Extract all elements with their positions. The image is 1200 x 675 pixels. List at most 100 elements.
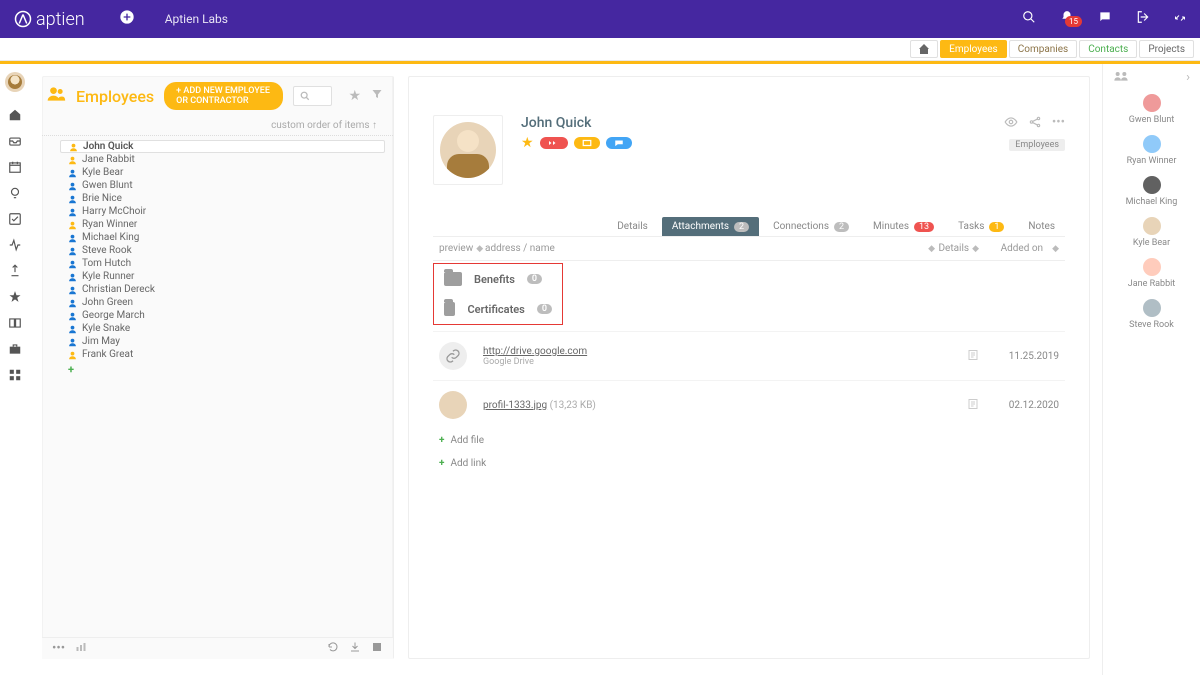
employee-item[interactable]: Jane Rabbit	[42, 153, 393, 166]
related-person[interactable]: Ryan Winner	[1103, 135, 1200, 166]
tab-connections[interactable]: Connections2	[763, 217, 859, 236]
employee-item[interactable]: Steve Rook	[42, 244, 393, 257]
search-icon[interactable]	[1022, 10, 1036, 28]
visibility-icon[interactable]	[1004, 115, 1018, 133]
rail-bulb-icon[interactable]	[8, 186, 22, 200]
more-options-icon[interactable]: •••	[1052, 115, 1065, 133]
attachment-detail-icon[interactable]	[935, 398, 979, 413]
person-name: Kyle Bear	[1133, 238, 1170, 248]
rail-pulse-icon[interactable]	[8, 238, 22, 252]
add-row[interactable]: +	[42, 361, 393, 378]
rail-calendar-icon[interactable]	[8, 160, 22, 174]
sort-icon[interactable]: ◆	[928, 244, 935, 254]
tab-attachments[interactable]: Attachments2	[662, 217, 759, 236]
employee-item[interactable]: Jim May	[42, 335, 393, 348]
employee-item[interactable]: Harry McChoir	[42, 205, 393, 218]
employee-item[interactable]: Kyle Runner	[42, 270, 393, 283]
sort-arrow-icon[interactable]: ↑	[372, 120, 377, 131]
tab-notes[interactable]: Notes	[1018, 217, 1065, 236]
employee-item[interactable]: George March	[42, 309, 393, 322]
sort-icon[interactable]: ◆	[1052, 244, 1059, 254]
col-added[interactable]: Added on	[1001, 243, 1043, 254]
employees-icon	[46, 84, 66, 109]
sort-label[interactable]: custom order of items	[271, 120, 369, 131]
more-icon[interactable]: •••	[52, 641, 65, 656]
employee-item[interactable]: John Quick	[60, 140, 385, 153]
col-preview[interactable]: preview	[439, 243, 473, 254]
rail-check-icon[interactable]	[8, 212, 22, 226]
employee-item[interactable]: Kyle Bear	[42, 166, 393, 179]
chip-yellow[interactable]	[574, 137, 600, 149]
col-address[interactable]: address / name	[485, 243, 555, 254]
employee-item[interactable]: Michael King	[42, 231, 393, 244]
notifications-icon[interactable]: 15	[1060, 10, 1074, 28]
attachment-row[interactable]: http://drive.google.comGoogle Drive11.25…	[433, 331, 1065, 380]
people-icon[interactable]	[1113, 70, 1129, 86]
add-file-button[interactable]: +Add file	[433, 429, 1065, 452]
employee-item[interactable]: Christian Dereck	[42, 283, 393, 296]
star-filter-icon[interactable]: ★	[348, 88, 361, 104]
nav-employees[interactable]: Employees	[940, 40, 1007, 58]
avatar-icon	[1143, 299, 1161, 317]
chip-red[interactable]	[540, 137, 568, 149]
related-person[interactable]: Gwen Blunt	[1103, 94, 1200, 125]
user-avatar[interactable]	[5, 72, 25, 92]
filter-icon[interactable]	[371, 88, 383, 104]
tab-details[interactable]: Details	[607, 217, 658, 236]
login-icon[interactable]	[1136, 10, 1150, 28]
nav-companies[interactable]: Companies	[1009, 40, 1077, 58]
rail-home-icon[interactable]	[8, 108, 22, 122]
employee-item[interactable]: Gwen Blunt	[42, 179, 393, 192]
employee-item[interactable]: Brie Nice	[42, 192, 393, 205]
rail-star-icon[interactable]	[8, 290, 22, 304]
rail-briefcase-icon[interactable]	[8, 342, 22, 356]
related-person[interactable]: Steve Rook	[1103, 299, 1200, 330]
related-person[interactable]: Michael King	[1103, 176, 1200, 207]
refresh-icon[interactable]	[327, 641, 339, 657]
add-employee-button[interactable]: + ADD NEW EMPLOYEE OR CONTRACTOR	[164, 82, 283, 110]
employee-item[interactable]: Frank Great	[42, 348, 393, 361]
employee-item[interactable]: Tom Hutch	[42, 257, 393, 270]
rail-book-icon[interactable]	[8, 316, 22, 330]
attachment-name[interactable]: http://drive.google.com	[483, 346, 587, 357]
share-icon[interactable]	[1028, 115, 1042, 133]
attachment-row[interactable]: profil-1333.jpg (13,23 KB)02.12.2020	[433, 380, 1065, 429]
chip-blue[interactable]	[606, 137, 632, 149]
export-icon[interactable]	[371, 641, 383, 657]
chart-icon[interactable]	[75, 641, 87, 657]
nav-projects[interactable]: Projects	[1139, 40, 1194, 58]
related-person[interactable]: Jane Rabbit	[1103, 258, 1200, 289]
logo[interactable]: aptien	[14, 9, 85, 30]
col-details[interactable]: Details	[938, 243, 969, 254]
employee-item[interactable]: Kyle Snake	[42, 322, 393, 335]
chevron-right-icon[interactable]: ›	[1186, 70, 1190, 86]
chat-icon[interactable]	[1098, 10, 1112, 28]
sort-icon[interactable]: ◆	[972, 244, 979, 254]
rail-apps-icon[interactable]	[8, 368, 22, 382]
folder-item[interactable]: Benefits0	[444, 272, 552, 286]
tab-tasks[interactable]: Tasks1	[948, 217, 1014, 236]
folder-item[interactable]: Certificates0	[444, 302, 552, 316]
attachment-name[interactable]: profil-1333.jpg	[483, 400, 547, 411]
person-name: Gwen Blunt	[1129, 115, 1175, 125]
person-name: Michael King	[1126, 197, 1178, 207]
attachment-detail-icon[interactable]	[935, 349, 979, 364]
rail-inbox-icon[interactable]	[8, 134, 22, 148]
add-link-button[interactable]: +Add link	[433, 452, 1065, 475]
search-input[interactable]	[293, 86, 333, 106]
download-icon[interactable]	[349, 641, 361, 657]
nav-home[interactable]	[910, 40, 938, 58]
employee-item[interactable]: John Green	[42, 296, 393, 309]
employee-name: John Green	[82, 297, 133, 308]
rail-pin-icon[interactable]	[8, 264, 22, 278]
tab-minutes[interactable]: Minutes13	[863, 217, 944, 236]
employee-item[interactable]: Ryan Winner	[42, 218, 393, 231]
nav-contacts[interactable]: Contacts	[1079, 40, 1137, 58]
related-person[interactable]: Kyle Bear	[1103, 217, 1200, 248]
sort-icon[interactable]: ◆	[476, 244, 483, 254]
profile-avatar[interactable]	[433, 115, 503, 185]
folder-name: Certificates	[467, 303, 524, 316]
collapse-icon[interactable]	[1174, 10, 1186, 28]
favorite-star-icon[interactable]: ★	[521, 135, 534, 151]
add-icon[interactable]	[119, 9, 135, 29]
